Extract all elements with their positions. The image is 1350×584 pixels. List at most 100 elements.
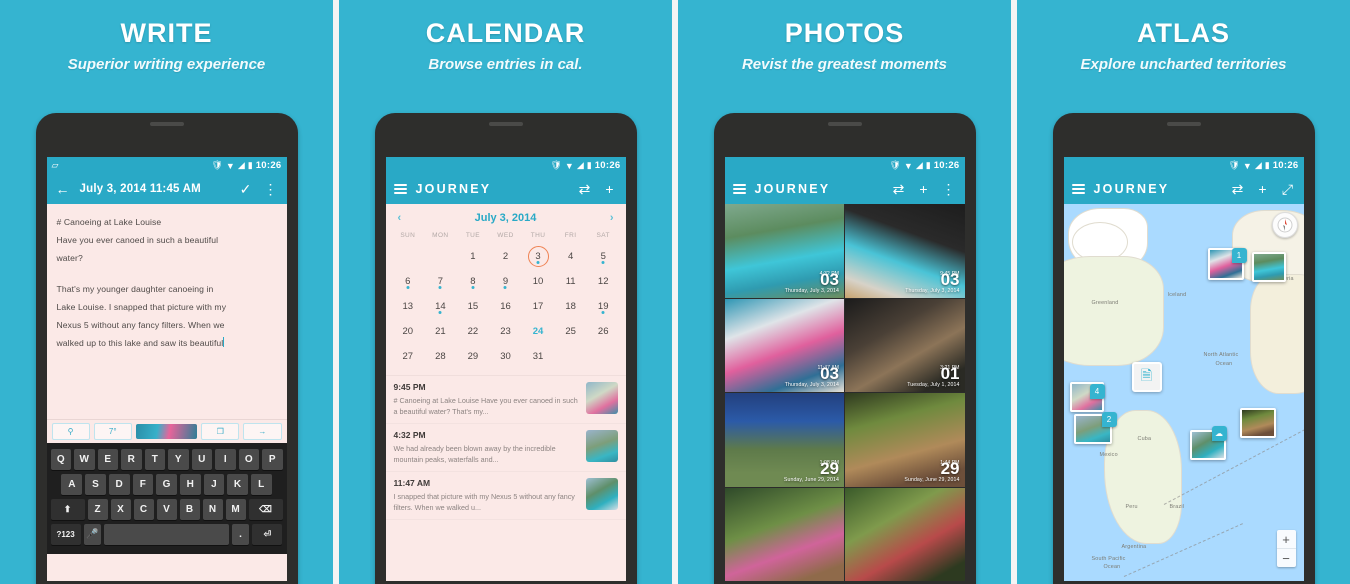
calendar-day-cell[interactable]: 9 [489, 269, 522, 294]
expand-map-icon[interactable]: ⤢ [1280, 181, 1296, 197]
calendar-day-cell[interactable]: 25 [554, 319, 587, 344]
calendar-day-cell[interactable]: 31 [522, 344, 555, 369]
calendar-day-cell[interactable]: 4 [554, 244, 587, 269]
confirm-icon[interactable]: ✓ [238, 181, 254, 197]
map-cluster-badge[interactable]: 2 [1101, 412, 1117, 427]
prev-month-button[interactable]: ‹ [398, 212, 402, 224]
weather-button[interactable]: 7° [93, 423, 132, 440]
hamburger-icon[interactable] [1071, 184, 1085, 194]
calendar-day-cell[interactable]: 12 [587, 269, 620, 294]
entry-list[interactable]: 9:45 PM # Canoeing at Lake Louise Have yo… [385, 375, 626, 520]
photo-tile[interactable]: 1:44 PM 29 Sunday, June 29, 2014 [845, 393, 965, 487]
calendar-day-cell[interactable]: 19 [587, 294, 620, 319]
compass-icon[interactable] [1271, 212, 1298, 238]
key-e[interactable]: E [97, 449, 118, 470]
photo-tile[interactable]: 11:47 AM 03 Thursday, July 3, 2014 [724, 298, 844, 392]
calendar-day-cell[interactable]: 11 [554, 269, 587, 294]
entry-editor[interactable]: # Canoeing at Lake Louise Have you ever … [46, 204, 287, 419]
calendar-day-cell[interactable]: 17 [522, 294, 555, 319]
key-u[interactable]: U [191, 449, 212, 470]
key-w[interactable]: W [74, 449, 95, 470]
calendar-day-cell[interactable]: 30 [489, 344, 522, 369]
symbols-key[interactable]: ?123 [50, 524, 81, 545]
calendar-day-cell[interactable]: 24 [522, 319, 555, 344]
calendar-day-cell[interactable]: 28 [424, 344, 457, 369]
photo-thumb-button[interactable] [135, 424, 198, 439]
sync-icon[interactable]: ⇄ [577, 181, 593, 197]
calendar-day-cell[interactable]: 8 [457, 269, 490, 294]
overflow-menu-icon[interactable]: ⋮ [941, 181, 957, 197]
key-t[interactable]: T [144, 449, 165, 470]
photo-tile[interactable]: 4:32 PM 03 Thursday, July 3, 2014 [724, 204, 844, 298]
calendar-day-cell[interactable]: 6 [392, 269, 425, 294]
atlas-map[interactable]: + − GreenlandIcelandAlgeriaNorth Atlanti… [1063, 204, 1304, 581]
key-n[interactable]: N [202, 499, 223, 520]
key-l[interactable]: L [250, 474, 272, 495]
calendar-day-cell[interactable]: 3 [522, 244, 555, 269]
calendar-day-cell[interactable]: 10 [522, 269, 555, 294]
period-key[interactable]: . [231, 524, 250, 545]
key-r[interactable]: R [121, 449, 142, 470]
zoom-out-button[interactable]: − [1277, 549, 1296, 567]
key-o[interactable]: O [238, 449, 259, 470]
key-c[interactable]: C [133, 499, 154, 520]
key-m[interactable]: M [225, 499, 246, 520]
key-d[interactable]: D [108, 474, 130, 495]
calendar-day-cell[interactable]: 5 [587, 244, 620, 269]
calendar-day-cell[interactable]: 21 [424, 319, 457, 344]
hamburger-icon[interactable] [393, 184, 407, 194]
key-p[interactable]: P [262, 449, 283, 470]
map-cluster-badge[interactable]: 4 [1089, 384, 1105, 399]
key-h[interactable]: H [179, 474, 201, 495]
key-x[interactable]: X [110, 499, 131, 520]
key-a[interactable]: A [61, 474, 83, 495]
key-f[interactable]: F [132, 474, 154, 495]
calendar-day-cell[interactable]: 26 [587, 319, 620, 344]
key-s[interactable]: S [85, 474, 106, 495]
calendar-grid[interactable]: SUN MON TUE WED THU FRI SAT 1 2 3 4 5 6 7 8 9 10 11 12 13 14… [386, 227, 626, 375]
sync-icon[interactable]: ⇄ [1230, 181, 1246, 197]
more-button[interactable]: → [243, 423, 282, 440]
list-item[interactable]: 9:45 PM # Canoeing at Lake Louise Have yo… [385, 376, 626, 424]
microphone-key[interactable]: 🎤 [83, 524, 102, 545]
map-cluster-badge[interactable]: ☁ [1211, 426, 1227, 441]
photo-grid[interactable]: 4:32 PM 03 Thursday, July 3, 2014 9:45 PM 03… [724, 204, 965, 581]
add-entry-icon[interactable]: + [602, 181, 618, 197]
next-month-button[interactable]: › [610, 212, 614, 224]
key-j[interactable]: J [203, 474, 225, 495]
list-item[interactable]: 11:47 AM I snapped that picture with my N… [385, 472, 626, 520]
list-item[interactable]: 4:32 PM We had already been blown away by… [385, 424, 626, 472]
calendar-day-cell[interactable]: 18 [554, 294, 587, 319]
location-button[interactable]: ⚲ [51, 423, 90, 440]
zoom-in-button[interactable]: + [1276, 530, 1296, 549]
map-zoom-controls[interactable]: + − [1276, 530, 1296, 567]
photo-tile[interactable]: 9:45 PM 03 Thursday, July 3, 2014 [845, 204, 965, 298]
calendar-day-cell[interactable]: 29 [457, 344, 490, 369]
calendar-day-cell[interactable]: 15 [457, 294, 490, 319]
calendar-day-cell[interactable]: 22 [457, 319, 490, 344]
add-entry-icon[interactable]: + [1255, 181, 1271, 197]
sync-icon[interactable]: ⇄ [891, 181, 907, 197]
photo-tile[interactable] [845, 487, 965, 581]
sticker-button[interactable]: ❒ [201, 423, 240, 440]
calendar-day-cell[interactable]: 1 [457, 244, 490, 269]
hamburger-icon[interactable] [732, 184, 746, 194]
calendar-day-cell[interactable]: 13 [392, 294, 425, 319]
shift-key[interactable]: ⬆ [50, 499, 85, 520]
calendar-day-cell[interactable]: 20 [392, 319, 425, 344]
photo-tile[interactable]: 1:08 PM 29 Sunday, June 29, 2014 [724, 393, 844, 487]
key-b[interactable]: B [179, 499, 200, 520]
map-cluster-badge[interactable]: 1 [1231, 248, 1247, 263]
calendar-day-cell[interactable]: 14 [424, 294, 457, 319]
map-photo-pin[interactable] [1239, 408, 1276, 438]
key-i[interactable]: I [215, 449, 236, 470]
add-entry-icon[interactable]: + [916, 181, 932, 197]
backspace-key[interactable]: ⌫ [248, 499, 283, 520]
key-v[interactable]: V [156, 499, 177, 520]
calendar-day-cell[interactable]: 16 [489, 294, 522, 319]
key-y[interactable]: Y [168, 449, 189, 470]
space-key[interactable] [104, 524, 229, 545]
calendar-day-cell[interactable]: 2 [489, 244, 522, 269]
calendar-day-cell[interactable]: 7 [424, 269, 457, 294]
calendar-day-cell[interactable]: 23 [489, 319, 522, 344]
